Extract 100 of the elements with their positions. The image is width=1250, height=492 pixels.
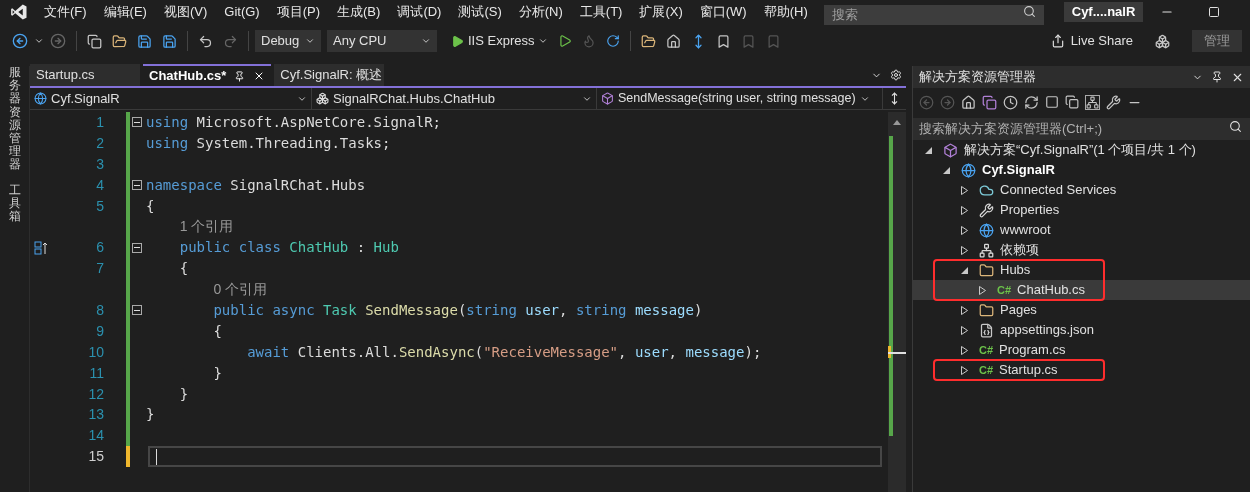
collapse-toggle[interactable] bbox=[132, 305, 142, 316]
wrench-icon bbox=[979, 202, 994, 218]
line-number: 4 bbox=[95, 175, 104, 195]
cloud-icon bbox=[979, 182, 994, 198]
solution-name: Cyf....nalR bbox=[1063, 2, 1144, 22]
cube-icon bbox=[601, 92, 614, 105]
menu-item[interactable]: 帮助(H) bbox=[763, 2, 808, 22]
redo-icon bbox=[223, 33, 238, 49]
line-number: 8 bbox=[95, 300, 104, 320]
line-number: 10 bbox=[87, 342, 104, 362]
run-button[interactable]: IIS Express bbox=[447, 30, 553, 52]
tree-item-label: Startup.cs bbox=[999, 361, 1058, 380]
tree-item-label: 解决方案“Cyf.SignalR”(1 个项目/共 1 个) bbox=[964, 141, 1196, 160]
settings-icon[interactable] bbox=[890, 69, 902, 81]
tree-item[interactable]: C# ChatHub.cs bbox=[913, 280, 1250, 300]
collapse-toggle[interactable] bbox=[132, 242, 142, 253]
expanded-arrow-icon bbox=[925, 146, 932, 154]
search-icon bbox=[1229, 120, 1242, 133]
tree-item-label: Properties bbox=[1000, 201, 1060, 220]
code-line: { bbox=[212, 321, 222, 341]
save-icon bbox=[162, 33, 177, 49]
menu-item[interactable]: 扩展(X) bbox=[639, 2, 683, 22]
menu-item[interactable]: 文件(F) bbox=[44, 2, 87, 22]
csharp-file-icon: C# bbox=[979, 364, 994, 376]
line-number: 15 bbox=[87, 447, 104, 467]
search-field[interactable]: 搜索 bbox=[823, 4, 1044, 25]
reference-count-link[interactable]: 0 个引用 bbox=[213, 279, 268, 301]
csharp-file-icon: C# bbox=[997, 284, 1012, 296]
refresh-button[interactable] bbox=[1024, 94, 1039, 110]
code-line: { bbox=[178, 259, 189, 279]
line-number: 6 bbox=[95, 238, 104, 258]
tree-item-label: 依赖项 bbox=[1000, 241, 1039, 260]
line-number: 13 bbox=[87, 405, 104, 425]
reference-count-link[interactable]: 1 个引用 bbox=[179, 216, 234, 238]
tree-item-label: Cyf.SignalR bbox=[982, 161, 1055, 180]
menu-item[interactable]: 工具(T) bbox=[579, 2, 623, 22]
live-share-button[interactable]: Live Share bbox=[1050, 31, 1133, 51]
caret-icon bbox=[538, 36, 549, 46]
line-number: 2 bbox=[95, 133, 104, 153]
configuration-dropdown[interactable]: Debug bbox=[255, 30, 321, 52]
menu-item[interactable]: Git(G) bbox=[224, 2, 260, 22]
json-file-icon bbox=[979, 322, 994, 338]
menu-item[interactable]: 编辑(E) bbox=[103, 2, 147, 22]
tree-item[interactable]: wwwroot bbox=[913, 220, 1250, 240]
platform-dropdown[interactable]: Any CPU bbox=[327, 30, 437, 52]
code-line: namespace SignalRChat.Hubs bbox=[145, 175, 366, 195]
line-number: 7 bbox=[95, 259, 104, 279]
menu-item[interactable]: 测试(S) bbox=[458, 2, 502, 22]
collapse-toggle[interactable] bbox=[132, 180, 142, 191]
pin-button[interactable] bbox=[1211, 71, 1223, 83]
menu-item[interactable]: 窗口(W) bbox=[699, 2, 747, 22]
search-field[interactable]: 搜索解决方案资源管理器(Ctrl+;) bbox=[913, 117, 1250, 140]
bookmark-icon bbox=[766, 33, 782, 49]
back-button[interactable] bbox=[12, 33, 28, 49]
project-dropdown[interactable]: Cyf.SignalR bbox=[30, 88, 312, 109]
folder-icon bbox=[979, 262, 994, 278]
member-dropdown[interactable]: SendMessage(string user, string message) bbox=[597, 88, 882, 109]
tree-item[interactable]: 解决方案“Cyf.SignalR”(1 个项目/共 1 个) bbox=[913, 140, 1250, 160]
menu-item[interactable]: 调试(D) bbox=[397, 2, 442, 22]
collapse-toggle[interactable] bbox=[132, 117, 142, 128]
vertical-scrollbar[interactable] bbox=[888, 112, 906, 492]
play-icon bbox=[451, 34, 464, 48]
menu-item[interactable]: 视图(V) bbox=[163, 2, 208, 22]
tree-item[interactable]: Pages bbox=[913, 300, 1250, 320]
caret-icon bbox=[305, 36, 315, 46]
tree-item[interactable]: appsettings.json bbox=[913, 320, 1250, 340]
globe-icon bbox=[34, 92, 47, 105]
switch-views-button[interactable] bbox=[982, 94, 997, 110]
code-line: public async Task SendMessage(string user, string message) bbox=[212, 300, 703, 320]
properties-button[interactable] bbox=[1106, 94, 1121, 110]
menu-item[interactable]: 项目(P) bbox=[276, 2, 321, 22]
refresh-icon bbox=[606, 34, 621, 48]
menu-item[interactable]: 分析(N) bbox=[518, 2, 563, 22]
tree-item[interactable]: 依赖项 bbox=[913, 240, 1250, 260]
side-tab[interactable]: 服务器资源管理器 bbox=[8, 66, 21, 172]
menu-item[interactable]: 生成(B) bbox=[337, 2, 381, 22]
forward-button[interactable] bbox=[50, 33, 66, 49]
type-dropdown[interactable]: SignalRChat.Hubs.ChatHub bbox=[312, 88, 597, 109]
line-number: 1 bbox=[95, 112, 104, 132]
tree-item[interactable]: Hubs bbox=[913, 260, 1250, 280]
side-tab[interactable]: 工具箱 bbox=[8, 183, 21, 224]
pin-button[interactable] bbox=[234, 70, 246, 82]
history-dropdown[interactable] bbox=[34, 36, 44, 46]
editor-tab[interactable]: Startup.cs bbox=[30, 64, 140, 86]
collapse-all-button[interactable] bbox=[1045, 95, 1059, 109]
panel-title: 解决方案资源管理器 bbox=[919, 68, 1036, 87]
admin-button[interactable]: 管理 bbox=[1192, 30, 1242, 52]
tree-item[interactable]: Connected Services bbox=[913, 180, 1250, 200]
tree-item[interactable]: Properties bbox=[913, 200, 1250, 220]
tree-item[interactable]: C# Startup.cs bbox=[913, 360, 1250, 380]
pending-changes-button[interactable] bbox=[1003, 94, 1018, 110]
editor-tab[interactable]: Cyf.SignalR: 概述 bbox=[274, 64, 385, 86]
maximize-button[interactable] bbox=[1208, 6, 1220, 18]
show-all-files-button[interactable] bbox=[1065, 95, 1079, 109]
view-button[interactable] bbox=[1085, 94, 1100, 110]
tree-item[interactable]: Cyf.SignalR bbox=[913, 160, 1250, 180]
text-cursor bbox=[156, 448, 157, 465]
tree-item[interactable]: C# Program.cs bbox=[913, 340, 1250, 360]
globe-icon bbox=[961, 162, 976, 178]
home-button[interactable] bbox=[961, 94, 976, 110]
